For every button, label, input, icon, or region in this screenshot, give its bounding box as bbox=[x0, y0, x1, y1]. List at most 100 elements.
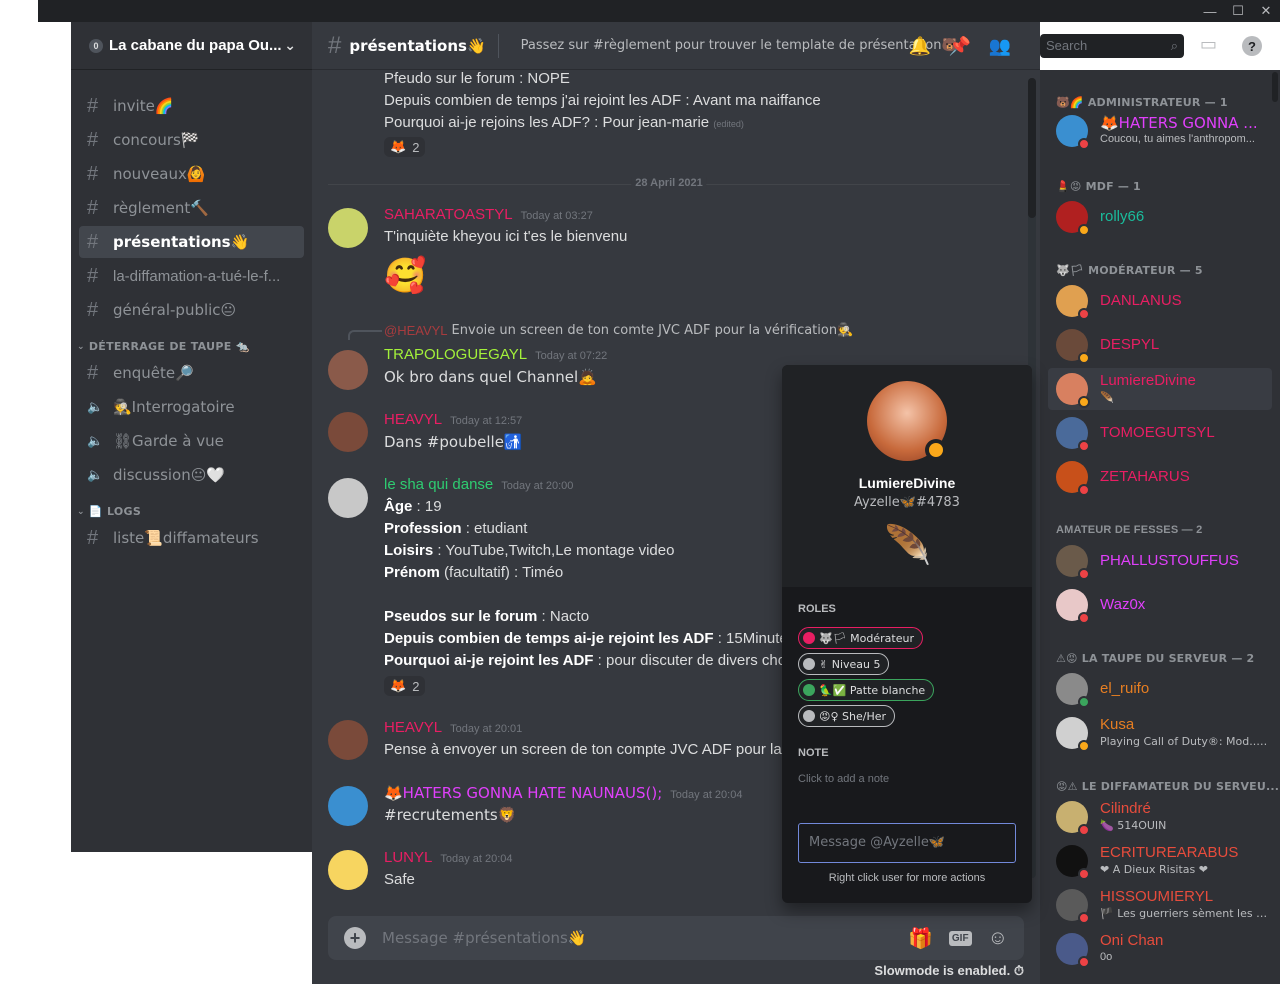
field-key: Profession bbox=[384, 520, 462, 537]
slowmode-label: Slowmode is enabled. bbox=[874, 963, 1011, 978]
message-input[interactable]: Message #présentations👋 bbox=[382, 929, 892, 947]
channel-invite[interactable]: # invite🌈 bbox=[79, 90, 304, 122]
inbox-icon[interactable]: ▭ bbox=[1200, 34, 1217, 55]
reaction-button[interactable]: 🦊 2 bbox=[384, 676, 426, 696]
reply-spine bbox=[348, 330, 382, 340]
member-item[interactable]: 🦊HATERS GONNA ... Coucou, tu aimes l'ant… bbox=[1048, 110, 1272, 152]
member-item[interactable]: DANLANUS bbox=[1048, 280, 1272, 322]
reaction-button[interactable]: 🦊 2 bbox=[384, 137, 426, 157]
emoji-picker-icon[interactable]: ☺ bbox=[988, 927, 1008, 950]
channel-la-diffamation[interactable]: # la-diffamation-a-tué-le-f... bbox=[79, 260, 304, 292]
username[interactable]: LUNYL bbox=[384, 849, 432, 866]
role-label: ✌ Niveau 5 bbox=[819, 657, 881, 671]
channel-presentations[interactable]: # présentations👋 bbox=[79, 226, 304, 258]
channel-label: général-public😐 bbox=[113, 301, 237, 319]
message-field: Depuis combien de temps ai-je rejoint le… bbox=[384, 630, 788, 647]
server-header[interactable]: 0 La cabane du papa Ou... ⌄ bbox=[71, 22, 312, 70]
channel-general-public[interactable]: # général-public😐 bbox=[79, 294, 304, 326]
member-item[interactable]: DESPYL bbox=[1048, 324, 1272, 366]
voice-channel-garde-a-vue[interactable]: 🔈 ⛓Garde à vue bbox=[79, 425, 304, 457]
member-name: Cilindré bbox=[1100, 800, 1151, 817]
gift-icon[interactable]: 🎁 bbox=[908, 926, 933, 951]
guild-sidebar bbox=[38, 22, 71, 984]
voice-channel-interrogatoire[interactable]: 🔈 🕵Interrogatoire bbox=[79, 391, 304, 423]
channel-label: ⛓Garde à vue bbox=[113, 432, 224, 450]
avatar[interactable] bbox=[328, 412, 368, 452]
role-pill[interactable]: ✌ Niveau 5 bbox=[798, 653, 890, 675]
channel-enquete[interactable]: # enquête🔎 bbox=[79, 357, 304, 389]
member-item[interactable]: Kusa Playing Call of Duty®: Mod... 🖥 bbox=[1048, 712, 1272, 754]
channel-sidebar: 0 La cabane du papa Ou... ⌄ # invite🌈 # co… bbox=[71, 22, 312, 852]
search-icon: ⌕ bbox=[1170, 38, 1178, 53]
role-pill[interactable]: 🐺🏳 Modérateur bbox=[798, 627, 923, 649]
role-pill[interactable]: 😡♀ She/Her bbox=[798, 705, 896, 727]
upload-plus-icon[interactable]: + bbox=[344, 927, 366, 949]
close-button[interactable]: ✕ bbox=[1252, 0, 1280, 22]
channel-liste-diffamateurs[interactable]: # liste📜diffamateurs bbox=[79, 522, 304, 554]
bell-icon[interactable]: 🔔 bbox=[908, 36, 932, 57]
chevron-down-icon: ⌄ bbox=[77, 341, 85, 351]
member-item[interactable]: ECRITUREARABUS ❤ A Dieux Risitas ❤ bbox=[1048, 840, 1272, 882]
username[interactable]: le sha qui danse bbox=[384, 476, 493, 493]
members-icon[interactable]: 👥 bbox=[988, 36, 1012, 57]
member-item[interactable]: Waz0x bbox=[1048, 584, 1272, 626]
pin-icon[interactable]: 📌 bbox=[948, 36, 972, 57]
message-line: Pfeudo sur le forum : NOPE bbox=[384, 70, 570, 87]
scrollbar-thumb[interactable] bbox=[1028, 78, 1036, 218]
search-input[interactable]: Search ⌕ bbox=[1040, 34, 1184, 58]
help-icon[interactable]: ? bbox=[1242, 36, 1262, 56]
reply-preview[interactable]: @HEAVYL Envoie un screen de ton comte JVC… bbox=[384, 323, 853, 338]
channel-nouveaux[interactable]: # nouveaux🙆 bbox=[79, 158, 304, 190]
channel-concours[interactable]: # concours🏁 bbox=[79, 124, 304, 156]
member-item[interactable]: rolly66 bbox=[1048, 196, 1272, 238]
avatar[interactable] bbox=[328, 786, 368, 826]
status-indicator bbox=[925, 439, 947, 461]
message-text: Pense à envoyer un screen de ton compte … bbox=[384, 741, 794, 758]
status-indicator bbox=[1078, 696, 1090, 708]
message-text: Safe bbox=[384, 871, 415, 888]
status-indicator bbox=[1078, 440, 1090, 452]
username[interactable]: SAHARATOASTYL bbox=[384, 206, 513, 223]
member-item[interactable]: ZETAHARUS bbox=[1048, 456, 1272, 498]
avatar[interactable] bbox=[328, 720, 368, 760]
field-key: Loisirs bbox=[384, 542, 434, 559]
member-item[interactable]: Oni Chan 0o bbox=[1048, 928, 1272, 970]
member-item[interactable]: HISSOUMIERYL 🏴 Les guerriers sèment les … bbox=[1048, 884, 1272, 926]
channel-label: présentations👋 bbox=[113, 233, 250, 251]
member-item[interactable]: PHALLUSTOUFFUS bbox=[1048, 540, 1272, 582]
minimize-button[interactable]: — bbox=[1196, 0, 1224, 22]
member-item[interactable]: TOMOEGUTSYL bbox=[1048, 412, 1272, 454]
category-logs[interactable]: ⌄ 📄 LOGS bbox=[77, 505, 312, 518]
member-name: PHALLUSTOUFFUS bbox=[1100, 552, 1239, 569]
channel-reglement[interactable]: # règlement🔨 bbox=[79, 192, 304, 224]
member-item[interactable]: el_ruifo bbox=[1048, 668, 1272, 710]
member-scrollbar[interactable] bbox=[1272, 72, 1278, 102]
channel-topic[interactable]: Passez sur #règlement pour trouver le te… bbox=[521, 38, 958, 53]
username[interactable]: HEAVYL bbox=[384, 719, 442, 736]
username[interactable]: TRAPOLOGUEGAYL bbox=[384, 346, 527, 363]
status-indicator bbox=[1078, 138, 1090, 150]
member-item[interactable]: Cilindré 🍆 514OUIN bbox=[1048, 796, 1272, 838]
status-indicator bbox=[1078, 308, 1090, 320]
avatar[interactable] bbox=[328, 478, 368, 518]
fox-emoji-icon: 🦊 bbox=[390, 139, 407, 155]
maximize-button[interactable]: ☐ bbox=[1224, 0, 1252, 22]
voice-channel-discussion[interactable]: 🔈 discussion😐🤍 bbox=[79, 459, 304, 491]
avatar[interactable] bbox=[328, 350, 368, 390]
note-input[interactable]: Click to add a note bbox=[798, 773, 889, 785]
role-color-dot bbox=[803, 632, 815, 644]
username[interactable]: 🦊HATERS GONNA HATE NAUNAUS(); bbox=[384, 784, 662, 802]
reply-text: Envoie un screen de ton comte JVC ADF po… bbox=[451, 323, 854, 338]
category-deterrage[interactable]: ⌄ DÉTERRAGE DE TAUPE 🐀 bbox=[77, 340, 312, 353]
message-line: Depuis combien de temps j'ai rejoint les… bbox=[384, 92, 821, 109]
field-value: : pour discuter de divers chos bbox=[593, 652, 794, 669]
gif-button[interactable]: GIF bbox=[948, 930, 972, 946]
avatar[interactable] bbox=[328, 850, 368, 890]
direct-message-input[interactable]: Message @Ayzelle🦋 bbox=[798, 823, 1016, 863]
channel-label: discussion😐🤍 bbox=[113, 466, 226, 484]
member-item[interactable]: LumiereDivine 🪶 bbox=[1048, 368, 1272, 410]
username[interactable]: HEAVYL bbox=[384, 411, 442, 428]
field-value: : 19 bbox=[412, 498, 442, 515]
role-pill[interactable]: 🦜✅ Patte blanche bbox=[798, 679, 935, 701]
avatar[interactable] bbox=[328, 208, 368, 248]
